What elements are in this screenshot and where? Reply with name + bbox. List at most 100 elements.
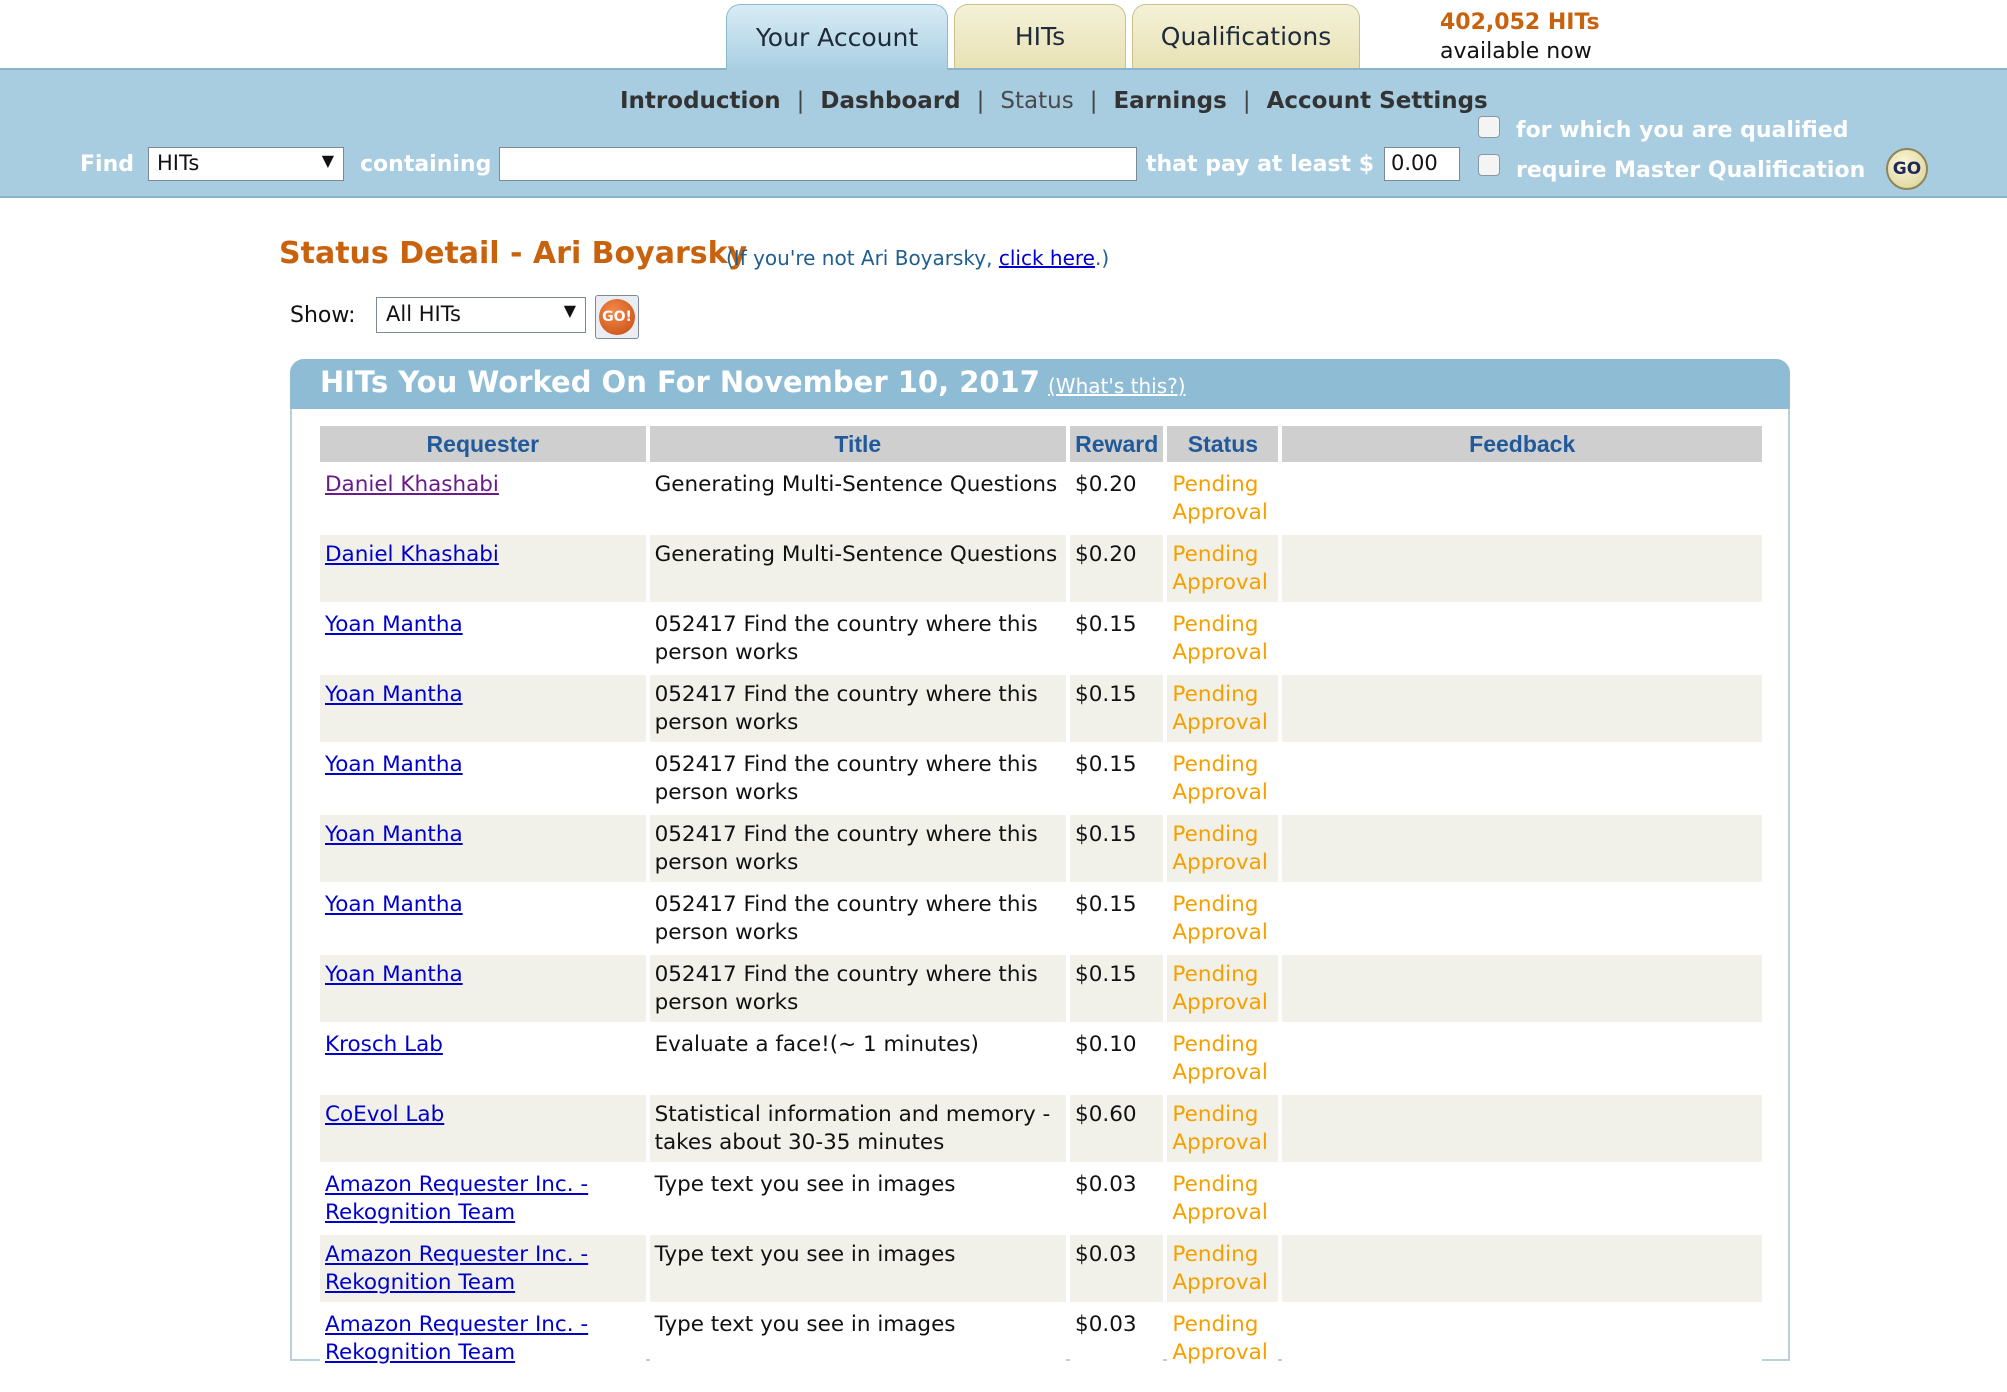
col-header-requester[interactable]: Requester [320,426,646,462]
feedback-cell [1282,815,1762,882]
feedback-cell [1282,955,1762,1022]
table-body: Daniel Khashabi Generating Multi-Sentence… [320,465,1762,1372]
requester-link[interactable]: Yoan Mantha [325,612,463,637]
show-filter-value: All HITs [386,302,461,326]
subnav-introduction[interactable]: Introduction [620,88,781,114]
reward-cell: $0.20 [1070,465,1164,532]
table-row: Yoan Mantha 052417 Find the country where… [320,885,1762,952]
requester-line-2: Rekognition Team [325,1200,516,1225]
whats-this-link[interactable]: (What's this?) [1048,374,1186,398]
table-row: Yoan Mantha 052417 Find the country where… [320,675,1762,742]
status-cell: Pending Approval [1167,1095,1279,1162]
reward-cell: $0.15 [1070,955,1164,1022]
title-line-1: 052417 Find the country where this [654,962,1038,987]
requester-line-1: Yoan Mantha [325,822,463,847]
subnav-earnings[interactable]: Earnings [1113,88,1226,114]
reward-cell: $0.03 [1070,1305,1164,1372]
requester-link[interactable]: Amazon Requester Inc. - Rekognition Team [325,1312,588,1365]
subnav-account-settings[interactable]: Account Settings [1267,88,1488,114]
table-row: Amazon Requester Inc. - Rekognition Team T… [320,1165,1762,1232]
title-cell: Generating Multi-Sentence Questions [649,535,1067,602]
requester-cell: Amazon Requester Inc. - Rekognition Team [320,1235,646,1302]
requester-link[interactable]: Yoan Mantha [325,822,463,847]
status-line-1: Pending [1172,612,1259,637]
feedback-cell [1282,1165,1762,1232]
feedback-cell [1282,1235,1762,1302]
feedback-cell [1282,1025,1762,1092]
hits-available-count: 402,052 HITs [1440,10,1600,35]
subnav-separator: | [976,88,985,114]
search-input[interactable] [499,147,1137,181]
status-line-2: Approval [1172,780,1268,805]
status-line-2: Approval [1172,990,1268,1015]
min-pay-input[interactable]: 0.00 [1384,147,1460,181]
status-line-2: Approval [1172,1130,1268,1155]
requester-cell: Yoan Mantha [320,675,646,742]
not-you-note: (If you're not Ari Boyarsky, click here.… [726,246,1109,270]
requester-cell: Yoan Mantha [320,605,646,672]
requester-link[interactable]: Krosch Lab [325,1032,443,1057]
status-cell: Pending Approval [1167,1305,1279,1372]
title-line-1: Statistical information and memory - [654,1102,1051,1127]
status-cell: Pending Approval [1167,745,1279,812]
col-header-title[interactable]: Title [649,426,1067,462]
find-label: Find [80,152,134,177]
status-cell: Pending Approval [1167,1025,1279,1092]
requester-line-1: Daniel Khashabi [325,472,499,497]
subnav-dashboard[interactable]: Dashboard [820,88,960,114]
requester-link[interactable]: Amazon Requester Inc. - Rekognition Team [325,1172,588,1225]
subnav-separator: | [1089,88,1098,114]
requester-link[interactable]: Yoan Mantha [325,752,463,777]
requester-link[interactable]: Daniel Khashabi [325,472,499,497]
feedback-cell [1282,885,1762,952]
requester-link[interactable]: Amazon Requester Inc. - Rekognition Team [325,1242,588,1295]
click-here-link[interactable]: click here [999,246,1095,270]
reward-cell: $0.15 [1070,815,1164,882]
subnav-separator: | [1242,88,1251,114]
table-header-row: Requester Title Reward Status Feedback [320,426,1762,462]
requester-link[interactable]: Yoan Mantha [325,682,463,707]
qualified-checkbox[interactable] [1478,116,1500,138]
title-cell: Type text you see in images [649,1305,1067,1372]
show-go-button[interactable]: GO! [595,295,639,339]
requester-line-1: Daniel Khashabi [325,542,499,567]
title-line-1: Type text you see in images [654,1172,956,1197]
status-cell: Pending Approval [1167,885,1279,952]
col-header-reward[interactable]: Reward [1070,426,1164,462]
status-line-2: Approval [1172,500,1268,525]
master-qualification-checkbox[interactable] [1478,154,1500,176]
subnav-separator: | [796,88,805,114]
show-filter-select[interactable]: All HITs ▼ [376,297,586,333]
find-type-select[interactable]: HITs ▼ [148,147,344,181]
tab-your-account[interactable]: Your Account [726,4,948,70]
status-line-1: Pending [1172,542,1259,567]
hits-table: Requester Title Reward Status Feedback D… [316,423,1766,1375]
panel-title: HITs You Worked On For November 10, 2017 [320,365,1040,399]
title-cell: 052417 Find the country where this person… [649,745,1067,812]
hits-panel: HITs You Worked On For November 10, 2017… [290,359,1790,1372]
col-header-status[interactable]: Status [1167,426,1279,462]
account-subnav: Introduction | Dashboard | Status | Earnings | A… [620,88,1488,114]
status-line-2: Approval [1172,640,1268,665]
status-cell: Pending Approval [1167,465,1279,532]
feedback-cell [1282,465,1762,532]
status-line-2: Approval [1172,1270,1268,1295]
requester-link[interactable]: Daniel Khashabi [325,542,499,567]
requester-link[interactable]: Yoan Mantha [325,892,463,917]
status-line-1: Pending [1172,892,1259,917]
requester-cell: Yoan Mantha [320,815,646,882]
search-go-button[interactable]: GO [1886,148,1928,190]
title-cell: Type text you see in images [649,1235,1067,1302]
status-line-1: Pending [1172,472,1259,497]
requester-link[interactable]: CoEvol Lab [325,1102,444,1127]
title-line-2: takes about 30-35 minutes [654,1130,945,1155]
requester-line-2: Rekognition Team [325,1270,516,1295]
tab-hits[interactable]: HITs [954,4,1126,68]
requester-link[interactable]: Yoan Mantha [325,962,463,987]
tab-qualifications[interactable]: Qualifications [1132,4,1360,68]
table-row: Krosch Lab Evaluate a face!(~ 1 minutes) $… [320,1025,1762,1092]
reward-cell: $0.03 [1070,1165,1164,1232]
status-cell: Pending Approval [1167,605,1279,672]
status-cell: Pending Approval [1167,675,1279,742]
hits-available: 402,052 HITs available now [1440,8,1600,66]
